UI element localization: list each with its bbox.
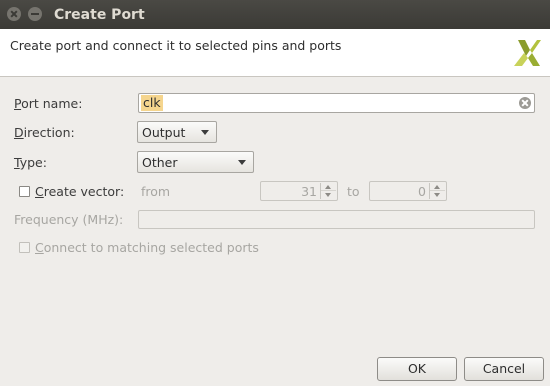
clear-icon[interactable] [519,97,531,109]
title-bar: Create Port [0,0,550,29]
port-name-input[interactable]: clk [138,93,535,113]
close-window-icon[interactable] [7,7,21,21]
to-label: to [347,184,360,199]
create-vector-label[interactable]: Create vector: [35,184,124,199]
create-vector-checkbox[interactable] [19,186,30,197]
to-spinner-buttons [429,183,445,199]
to-spinner[interactable]: 0 [369,181,447,201]
from-spinner[interactable]: 31 [260,181,338,201]
spin-up-icon[interactable] [321,183,336,191]
cancel-button[interactable]: Cancel [464,357,544,381]
spin-up-icon[interactable] [430,183,445,191]
from-value: 31 [301,184,317,199]
xilinx-logo-icon [514,40,541,66]
ok-button[interactable]: OK [377,357,457,381]
chevron-down-icon [201,130,209,135]
connect-matching-label[interactable]: Connect to matching selected ports [35,240,259,255]
direction-value: Output [142,125,186,140]
frequency-label: Frequency (MHz): [14,212,124,227]
chevron-down-icon [238,160,246,165]
type-value: Other [142,155,178,170]
direction-label: Direction: [14,125,75,140]
minimize-window-icon[interactable] [28,7,42,21]
from-label: from [141,184,171,199]
dialog-description: Create port and connect it to selected p… [10,38,342,53]
spin-down-icon[interactable] [321,191,336,199]
connect-matching-checkbox[interactable] [19,242,30,253]
port-name-label: Port name: [14,96,83,111]
type-dropdown[interactable]: Other [137,151,254,173]
dialog-header: Create port and connect it to selected p… [0,29,550,77]
frequency-input[interactable] [138,210,535,229]
window-title: Create Port [54,7,145,23]
direction-dropdown[interactable]: Output [137,121,217,143]
type-label: Type: [14,155,47,170]
port-name-value: clk [141,95,163,111]
to-value: 0 [418,184,426,199]
spin-down-icon[interactable] [430,191,445,199]
from-spinner-buttons [320,183,336,199]
